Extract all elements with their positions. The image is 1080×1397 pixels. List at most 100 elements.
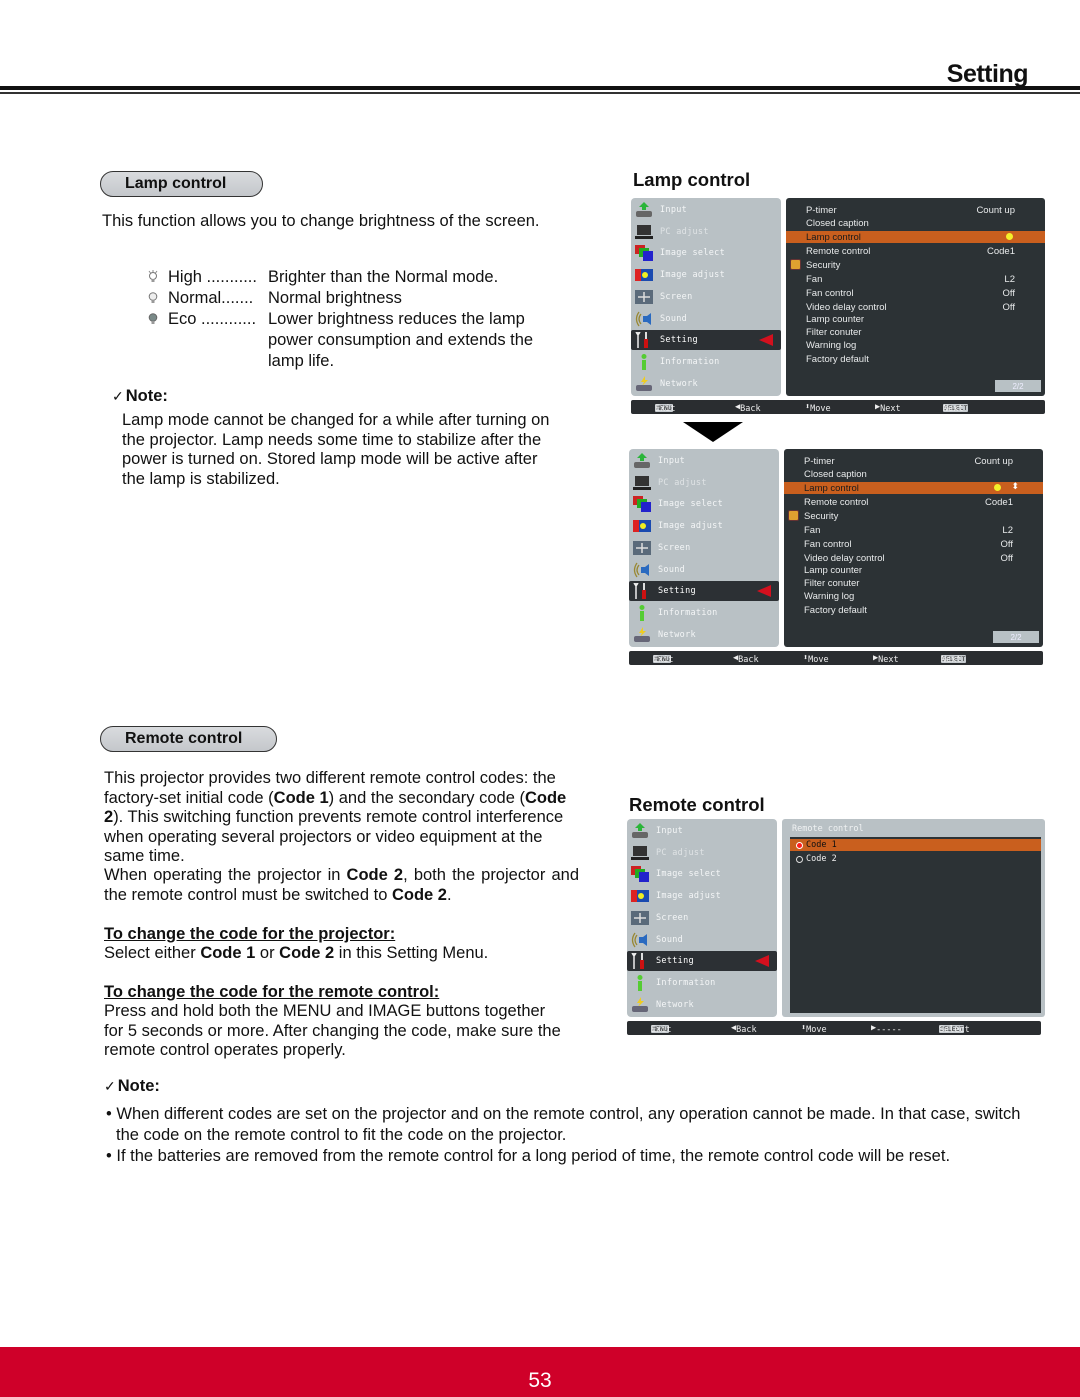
osd-menu-item-information[interactable]: Information — [629, 603, 779, 623]
setting-row-lamp-control[interactable]: Lamp control — [786, 231, 1045, 243]
setting-label: Filter conuter — [804, 577, 860, 589]
osd-menu-item-image-adjust[interactable]: Image adjust — [629, 516, 779, 536]
osd-menu-item-sound[interactable]: Sound — [631, 309, 781, 329]
remote-notes-list: • When different codes are set on the pr… — [106, 1104, 1036, 1167]
guide-back: ◀ Back — [733, 653, 759, 665]
information-icon — [630, 974, 650, 991]
remote-note-heading: ✓ Note: — [104, 1077, 160, 1095]
osd-menu-item-input[interactable]: Input — [629, 451, 779, 471]
pointer-arrow-icon — [755, 955, 769, 968]
osd-menu-item-information[interactable]: Information — [631, 352, 781, 372]
header-rule-thick — [0, 86, 1080, 90]
setting-label: P-timer — [804, 455, 835, 467]
osd-menu-item-label: Setting — [658, 586, 696, 597]
remote-code-text: Press and hold both the MENU and IMAGE b… — [104, 1002, 561, 1059]
osd-menu-item-label: Setting — [656, 956, 694, 967]
setting-icon — [632, 583, 652, 600]
osd-menu-item-label: PC adjust — [660, 226, 709, 237]
osd-menu-item-image-select[interactable]: Image select — [627, 864, 777, 884]
setting-label: Video delay control — [804, 552, 885, 564]
osd-screen-remote: Input PC adjust Image select Image adjust Sc… — [627, 819, 1045, 1037]
guide-back: ◀ Back — [731, 1023, 757, 1035]
screen-icon — [634, 289, 654, 305]
setting-row-p-timer[interactable]: P-timer Count up — [784, 455, 1043, 467]
osd-menu-item-pc-adjust[interactable]: PC adjust — [629, 473, 779, 493]
setting-label: Remote control — [806, 245, 871, 257]
screen-icon — [630, 910, 650, 926]
setting-row-remote-control[interactable]: Remote control Code1 — [786, 245, 1045, 257]
setting-row-security[interactable]: Security — [786, 259, 1045, 271]
remote-options-box: Code 1 Code 2 — [790, 837, 1041, 1013]
osd-menu-item-input[interactable]: Input — [631, 200, 781, 220]
setting-row-filter-conuter[interactable]: Filter conuter — [784, 577, 1043, 589]
osd-menu-item-label: Input — [658, 456, 686, 466]
osd-menu-item-image-select[interactable]: Image select — [631, 243, 781, 263]
osd-menu-item-sound[interactable]: Sound — [629, 560, 779, 580]
setting-label: Lamp control — [804, 482, 859, 494]
setting-row-video-delay-control[interactable]: Video delay control Off — [784, 552, 1043, 564]
osd-menu-item-sound[interactable]: Sound — [627, 930, 777, 950]
setting-row-fan-control[interactable]: Fan control Off — [786, 287, 1045, 299]
setting-row-factory-default[interactable]: Factory default — [784, 604, 1043, 616]
lamp-high-icon — [138, 267, 168, 288]
osd-menu-item-image-select[interactable]: Image select — [629, 494, 779, 514]
setting-row-warning-log[interactable]: Warning log — [784, 590, 1043, 602]
setting-row-fan[interactable]: Fan L2 — [786, 273, 1045, 285]
image-adjust-icon — [630, 888, 650, 904]
lock-icon — [790, 259, 801, 270]
setting-row-video-delay-control[interactable]: Video delay control Off — [786, 301, 1045, 313]
setting-row-lamp-counter[interactable]: Lamp counter — [786, 313, 1045, 325]
osd-menu-item-screen[interactable]: Screen — [631, 287, 781, 307]
osd-menu-item-setting[interactable]: Setting — [627, 951, 777, 972]
setting-row-factory-default[interactable]: Factory default — [786, 353, 1045, 365]
osd-menu-item-screen[interactable]: Screen — [629, 538, 779, 558]
network-icon — [630, 996, 650, 1013]
setting-row-security[interactable]: Security — [784, 510, 1043, 522]
osd-menu-item-setting[interactable]: Setting — [631, 330, 781, 351]
remote-option-code-1[interactable]: Code 1 — [790, 839, 1041, 851]
osd-remote-control-panel: Remote control Code 1 Code 2 — [782, 819, 1045, 1017]
guide-next: ▶ ----- — [871, 1023, 902, 1035]
pointer-arrow-icon — [757, 585, 771, 598]
checkmark-icon: ✓ — [112, 388, 124, 404]
osd-menu-item-input[interactable]: Input — [627, 821, 777, 841]
osd-menu-item-setting[interactable]: Setting — [629, 581, 779, 602]
lamp-figure-title: Lamp control — [633, 169, 751, 190]
setting-row-remote-control[interactable]: Remote control Code1 — [784, 496, 1043, 508]
osd-menu-item-pc-adjust[interactable]: PC adjust — [631, 222, 781, 242]
setting-label: Remote control — [804, 496, 869, 508]
setting-row-closed-caption[interactable]: Closed caption — [786, 217, 1045, 229]
osd-menu-item-pc-adjust[interactable]: PC adjust — [627, 843, 777, 863]
setting-row-fan-control[interactable]: Fan control Off — [784, 538, 1043, 550]
osd-menu-item-image-adjust[interactable]: Image adjust — [627, 886, 777, 906]
remote-option-code-2[interactable]: Code 2 — [790, 853, 1041, 865]
osd-menu-item-screen[interactable]: Screen — [627, 908, 777, 928]
setting-row-lamp-control[interactable]: Lamp control ⬍ — [784, 481, 1043, 494]
setting-value: Count up — [974, 455, 1013, 467]
lamp-note-text: Lamp mode cannot be changed for a while … — [122, 411, 550, 488]
osd-menu-item-network[interactable]: Network — [631, 374, 781, 394]
setting-row-warning-log[interactable]: Warning log — [786, 339, 1045, 351]
osd-menu-item-label: Network — [656, 999, 694, 1010]
setting-row-lamp-counter[interactable]: Lamp counter — [784, 564, 1043, 576]
header-rule-thin — [0, 92, 1080, 94]
setting-row-fan[interactable]: Fan L2 — [784, 524, 1043, 536]
osd-menu-item-label: PC adjust — [656, 847, 705, 858]
setting-row-filter-conuter[interactable]: Filter conuter — [786, 326, 1045, 338]
screen-icon — [632, 540, 652, 556]
setting-row-p-timer[interactable]: P-timer Count up — [786, 204, 1045, 216]
osd-menu-item-network[interactable]: Network — [629, 625, 779, 645]
setting-label: Warning log — [806, 339, 857, 351]
sound-icon — [630, 932, 650, 948]
osd-menu-item-label: Image adjust — [660, 270, 726, 281]
osd-menu-item-image-adjust[interactable]: Image adjust — [631, 265, 781, 285]
remote-code-heading: To change the code for the remote contro… — [104, 983, 440, 1001]
setting-row-closed-caption[interactable]: Closed caption — [784, 468, 1043, 480]
setting-label: Fan control — [806, 287, 854, 299]
osd-guide-bar: MENU Exit ◀ Back ⬍ Move ▶ Next SELECT Next — [629, 651, 1043, 665]
lamp-mode-eco: Eco ............ Lower brightness reduce… — [138, 309, 558, 372]
image-select-icon — [632, 496, 652, 513]
osd-menu-item-information[interactable]: Information — [627, 973, 777, 993]
osd-menu-item-network[interactable]: Network — [627, 995, 777, 1015]
up-down-stepper-icon[interactable]: ⬍ — [1011, 481, 1019, 492]
